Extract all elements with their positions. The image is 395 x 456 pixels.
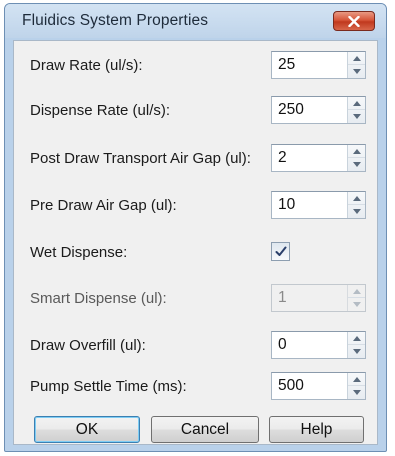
pre-draw-air-gap-decrement[interactable] — [348, 205, 365, 218]
chevron-down-icon — [352, 69, 361, 74]
smart-dispense-spin-buttons — [347, 285, 365, 311]
pump-settle-time-value[interactable]: 500 — [278, 377, 304, 395]
chevron-down-icon — [352, 390, 361, 395]
dispense-rate-spin-buttons — [347, 97, 365, 123]
pump-settle-time-input[interactable]: 500 — [271, 372, 366, 400]
field-row-draw-rate: Draw Rate (ul/s): 25 — [14, 51, 377, 81]
pump-settle-time-decrement[interactable] — [348, 386, 365, 399]
smart-dispense-label: Smart Dispense (ul): — [30, 290, 167, 307]
pre-draw-air-gap-label: Pre Draw Air Gap (ul): — [30, 197, 177, 214]
pump-settle-time-increment[interactable] — [348, 373, 365, 386]
help-button[interactable]: Help — [269, 416, 364, 443]
draw-overfill-increment[interactable] — [348, 332, 365, 345]
smart-dispense-input: 1 — [271, 284, 366, 312]
draw-overfill-label: Draw Overfill (ul): — [30, 337, 146, 354]
dispense-rate-label: Dispense Rate (ul/s): — [30, 102, 171, 119]
pre-draw-air-gap-value[interactable]: 10 — [278, 196, 295, 214]
dispense-rate-decrement[interactable] — [348, 110, 365, 123]
chevron-up-icon — [352, 195, 361, 201]
chevron-up-icon — [352, 55, 361, 61]
post-draw-air-gap-input[interactable]: 2 — [271, 144, 366, 172]
chevron-down-icon — [352, 162, 361, 167]
pump-settle-time-label: Pump Settle Time (ms): — [30, 378, 187, 395]
chevron-up-icon — [352, 376, 361, 382]
draw-overfill-spin-buttons — [347, 332, 365, 358]
chevron-up-icon — [352, 148, 361, 154]
wet-dispense-label: Wet Dispense: — [30, 244, 128, 261]
field-row-pump-settle-time: Pump Settle Time (ms): 500 — [14, 372, 377, 402]
chevron-down-icon — [352, 349, 361, 354]
post-draw-air-gap-value[interactable]: 2 — [278, 149, 287, 167]
properties-dialog: Fluidics System Properties Draw Rate (ul… — [4, 3, 387, 452]
draw-rate-increment[interactable] — [348, 52, 365, 65]
ok-button[interactable]: OK — [34, 416, 140, 443]
dispense-rate-value[interactable]: 250 — [278, 101, 304, 119]
draw-overfill-input[interactable]: 0 — [271, 331, 366, 359]
field-row-draw-overfill: Draw Overfill (ul): 0 — [14, 331, 377, 361]
chevron-down-icon — [352, 209, 361, 214]
draw-rate-value[interactable]: 25 — [278, 56, 295, 74]
chevron-down-icon — [352, 114, 361, 119]
wet-dispense-checkbox[interactable] — [271, 242, 290, 261]
smart-dispense-value: 1 — [278, 289, 287, 306]
draw-rate-input[interactable]: 25 — [271, 51, 366, 79]
field-row-dispense-rate: Dispense Rate (ul/s): 250 — [14, 96, 377, 126]
field-row-wet-dispense: Wet Dispense: — [14, 238, 377, 268]
smart-dispense-increment — [348, 285, 365, 298]
dispense-rate-increment[interactable] — [348, 97, 365, 110]
cancel-button[interactable]: Cancel — [151, 416, 259, 443]
pre-draw-air-gap-input[interactable]: 10 — [271, 191, 366, 219]
draw-overfill-decrement[interactable] — [348, 345, 365, 358]
post-draw-air-gap-increment[interactable] — [348, 145, 365, 158]
dialog-body: Draw Rate (ul/s): 25 Dispense Rate (ul/s… — [13, 40, 378, 445]
field-row-pre-draw-air-gap: Pre Draw Air Gap (ul): 10 — [14, 191, 377, 221]
chevron-up-icon — [352, 100, 361, 106]
post-draw-air-gap-label: Post Draw Transport Air Gap (ul): — [30, 150, 251, 167]
draw-rate-decrement[interactable] — [348, 65, 365, 78]
chevron-up-icon — [352, 288, 361, 294]
draw-rate-spin-buttons — [347, 52, 365, 78]
checkmark-icon — [275, 246, 286, 256]
close-icon — [348, 15, 360, 27]
field-row-smart-dispense: Smart Dispense (ul): 1 — [14, 284, 377, 314]
dispense-rate-input[interactable]: 250 — [271, 96, 366, 124]
draw-overfill-value[interactable]: 0 — [278, 336, 287, 354]
pump-settle-time-spin-buttons — [347, 373, 365, 399]
post-draw-air-gap-decrement[interactable] — [348, 158, 365, 171]
post-draw-air-gap-spin-buttons — [347, 145, 365, 171]
chevron-up-icon — [352, 335, 361, 341]
title-bar[interactable]: Fluidics System Properties — [5, 4, 386, 38]
smart-dispense-decrement — [348, 298, 365, 311]
dialog-title: Fluidics System Properties — [22, 12, 209, 29]
pre-draw-air-gap-increment[interactable] — [348, 192, 365, 205]
chevron-down-icon — [352, 302, 361, 307]
pre-draw-air-gap-spin-buttons — [347, 192, 365, 218]
field-row-post-draw-air-gap: Post Draw Transport Air Gap (ul): 2 — [14, 144, 377, 174]
close-button[interactable] — [333, 11, 375, 31]
draw-rate-label: Draw Rate (ul/s): — [30, 57, 143, 74]
